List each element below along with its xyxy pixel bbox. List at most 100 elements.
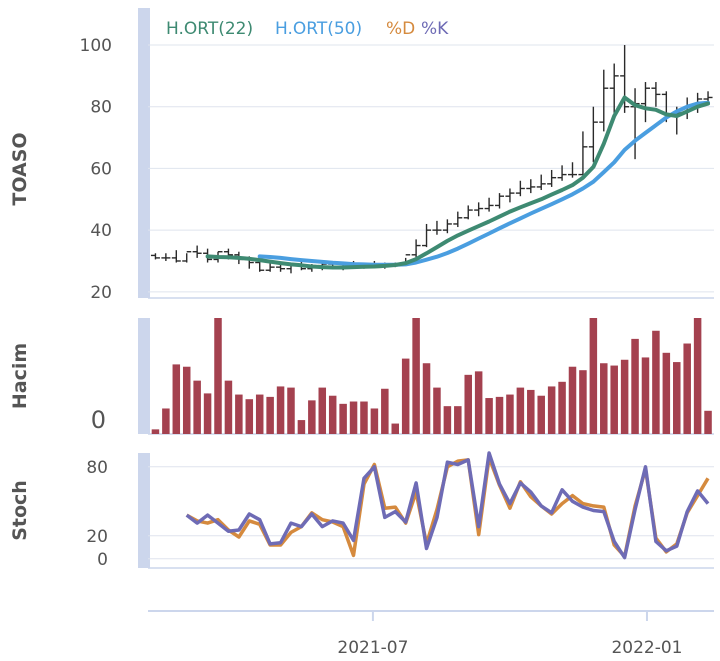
volume-bar	[568, 366, 577, 434]
chart-marks	[150, 45, 713, 560]
stock-chart: 20 40 60 80 100 TOASO Hacim 0 0 20 80 Stoch 2021-07 2…	[0, 0, 720, 661]
ohlc-bar	[588, 106, 598, 163]
volume-bar	[464, 374, 472, 434]
volume-bar	[203, 393, 212, 434]
volume-bar	[652, 330, 660, 434]
ytick-price-60: 60	[90, 159, 112, 179]
volume-bar	[537, 395, 545, 434]
volume-bar	[412, 318, 420, 434]
xtick-label: 2022-01	[611, 638, 682, 658]
volume-bar	[172, 364, 181, 434]
volume-bar	[704, 410, 712, 434]
volume-bar	[683, 343, 691, 434]
volume-bar	[443, 406, 452, 434]
price-ohlc-series	[150, 45, 713, 274]
ohlc-bar	[182, 251, 192, 263]
ohlc-bar	[422, 223, 432, 248]
volume-bar	[631, 338, 639, 434]
volume-bar	[255, 394, 264, 434]
ohlc-bar	[255, 260, 265, 272]
volume-bar	[214, 318, 222, 434]
volume-bar	[485, 398, 493, 434]
ytick-price-80: 80	[90, 98, 112, 118]
ohlc-bar	[495, 193, 505, 209]
volume-bar	[662, 352, 671, 434]
volume-bar	[610, 365, 618, 434]
volume-bar	[589, 318, 598, 434]
ohlc-bar	[505, 188, 515, 203]
panel-axis-band-1	[138, 8, 150, 298]
ohlc-bar	[526, 179, 536, 194]
ohlc-bar	[568, 162, 577, 178]
legend-item-stoch-d[interactable]: %D	[386, 19, 415, 39]
chart-canvas: 20 40 60 80 100 TOASO Hacim 0 0 20 80 Stoch 2021-07 2…	[9, 8, 714, 658]
ohlc-bar	[515, 180, 525, 197]
xtick-label: 2021-07	[337, 638, 408, 658]
volume-bar	[620, 359, 629, 434]
volume-bar	[579, 370, 587, 434]
volume-bar	[516, 387, 525, 434]
volume-bar	[547, 386, 556, 434]
volume-bar	[224, 380, 233, 434]
volume-bar	[276, 386, 285, 434]
ohlc-bar	[192, 245, 202, 258]
ylabel-price: TOASO	[9, 132, 31, 205]
panel-axis-band-3	[138, 453, 150, 568]
ylabel-volume: Hacim	[9, 343, 31, 409]
legend-item-ma22[interactable]: H.ORT(22)	[166, 19, 253, 39]
volume-bar	[151, 429, 160, 434]
volume-bar	[474, 371, 483, 434]
ohlc-bar	[557, 165, 567, 181]
ytick-stoch-0: 0	[97, 550, 108, 570]
volume-bar	[495, 396, 504, 434]
volume-bars	[151, 318, 712, 434]
series-line-stoch-k	[185, 451, 710, 560]
ohlc-bar	[150, 253, 160, 260]
ytick-stoch-20: 20	[86, 527, 108, 547]
series-line-ma22	[205, 95, 710, 270]
volume-bar	[422, 363, 431, 434]
ytick-stoch-80: 80	[86, 458, 108, 478]
volume-bar	[339, 403, 347, 434]
volume-bar	[506, 394, 514, 434]
volume-bar	[287, 387, 295, 434]
ylabel-stoch: Stoch	[9, 480, 31, 541]
ohlc-bar	[161, 253, 171, 261]
volume-bar	[370, 408, 379, 434]
volume-bar	[433, 387, 441, 434]
volume-bar	[454, 406, 462, 434]
ohlc-bar	[432, 220, 442, 235]
volume-bar	[308, 400, 316, 434]
legend[interactable]: H.ORT(22) H.ORT(50) %D %K	[166, 19, 449, 39]
volume-bar	[693, 318, 702, 434]
ohlc-bar	[630, 88, 640, 160]
volume-bar	[641, 357, 650, 434]
ohlc-bar	[474, 202, 484, 217]
ohlc-bar	[463, 205, 473, 220]
ytick-price-100: 100	[80, 36, 112, 56]
ohlc-bar	[536, 174, 546, 191]
chart-labels: 20 40 60 80 100 TOASO Hacim 0 0 20 80 Stoch 2021-07 2…	[9, 36, 682, 658]
volume-bar	[401, 358, 410, 434]
ytick-volume-0: 0	[91, 406, 106, 434]
legend-item-ma50[interactable]: H.ORT(50)	[275, 19, 362, 39]
ohlc-bar	[640, 82, 650, 123]
volume-bar	[527, 389, 535, 434]
volume-bar	[162, 408, 170, 434]
ohlc-bar	[453, 211, 463, 228]
ohlc-bar	[599, 69, 609, 132]
volume-bar	[600, 363, 608, 434]
volume-bar	[328, 395, 337, 434]
volume-bar	[297, 420, 306, 434]
volume-bar	[391, 423, 400, 434]
volume-bar	[381, 388, 389, 434]
panel-axis-band-2	[138, 318, 150, 434]
ohlc-bar	[442, 219, 452, 234]
ohlc-bar	[547, 169, 557, 187]
ohlc-bar	[651, 82, 661, 107]
ytick-price-20: 20	[90, 283, 112, 303]
volume-bar	[673, 362, 681, 434]
legend-item-stoch-k[interactable]: %K	[421, 19, 449, 39]
ytick-price-40: 40	[90, 221, 112, 241]
volume-bar	[360, 401, 368, 434]
